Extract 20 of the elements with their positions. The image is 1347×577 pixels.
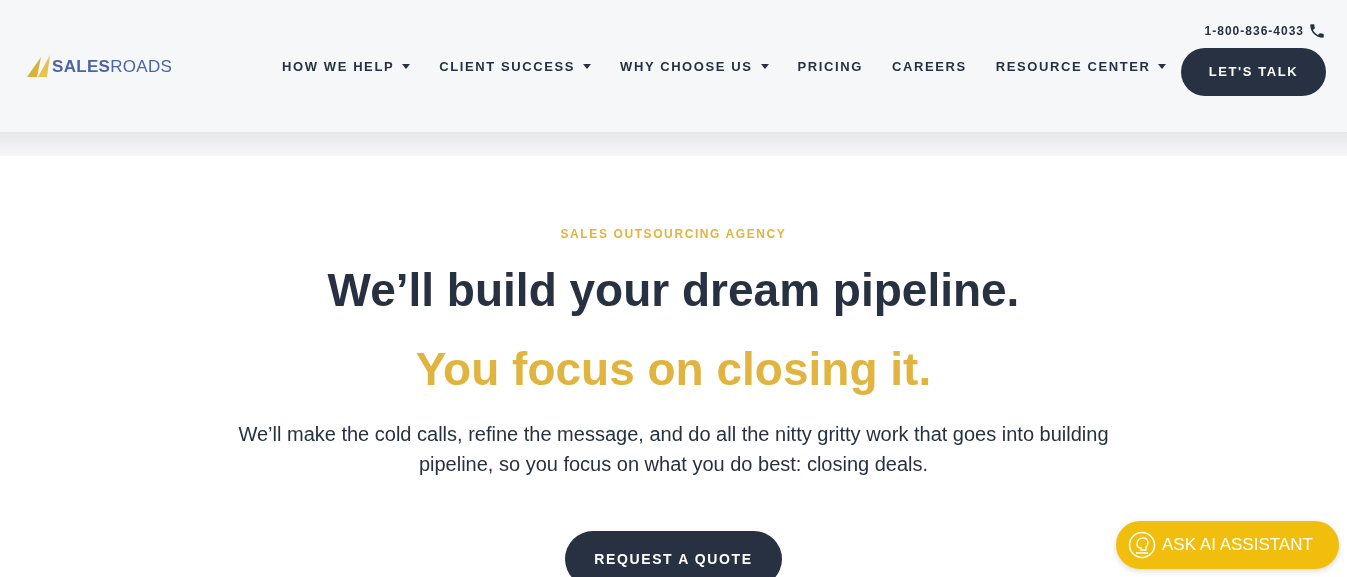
logo-icon bbox=[27, 55, 51, 77]
nav-link[interactable]: WHY CHOOSE US bbox=[620, 58, 769, 74]
intro-paragraph: We’ll make the cold calls, refine the message, and do all the nitty gritty work that goes into building pipeline, so you focus on what you do best: closing deals. bbox=[237, 422, 1110, 478]
request-quote-button[interactable]: REQUEST A QUOTE bbox=[565, 531, 782, 577]
caret-icon bbox=[760, 63, 769, 69]
caret-icon bbox=[402, 63, 411, 69]
nav-link[interactable]: CLIENT SUCCESS bbox=[439, 58, 592, 74]
lets-talk-button[interactable]: LET'S TALK bbox=[1181, 47, 1326, 96]
eyebrow-label: SALES OUTSOURCING AGENCY bbox=[560, 227, 787, 241]
phone-number[interactable]: 1-800-836-4033 bbox=[1204, 23, 1304, 38]
nav-link[interactable]: PRICING bbox=[797, 58, 863, 74]
caret-icon bbox=[1158, 63, 1167, 69]
subheadline: You focus on closing it. bbox=[415, 342, 932, 398]
headline: We’ll build your dream pipeline. bbox=[327, 263, 1020, 318]
nav-link[interactable]: HOW WE HELP bbox=[282, 58, 411, 74]
caret-icon bbox=[583, 63, 592, 69]
nav-link[interactable]: CAREERS bbox=[891, 58, 967, 74]
phone-icon bbox=[1308, 21, 1326, 40]
logo-wordmark[interactable]: SALESROADS bbox=[52, 57, 173, 77]
nav-link[interactable]: RESOURCE CENTER bbox=[995, 58, 1167, 74]
